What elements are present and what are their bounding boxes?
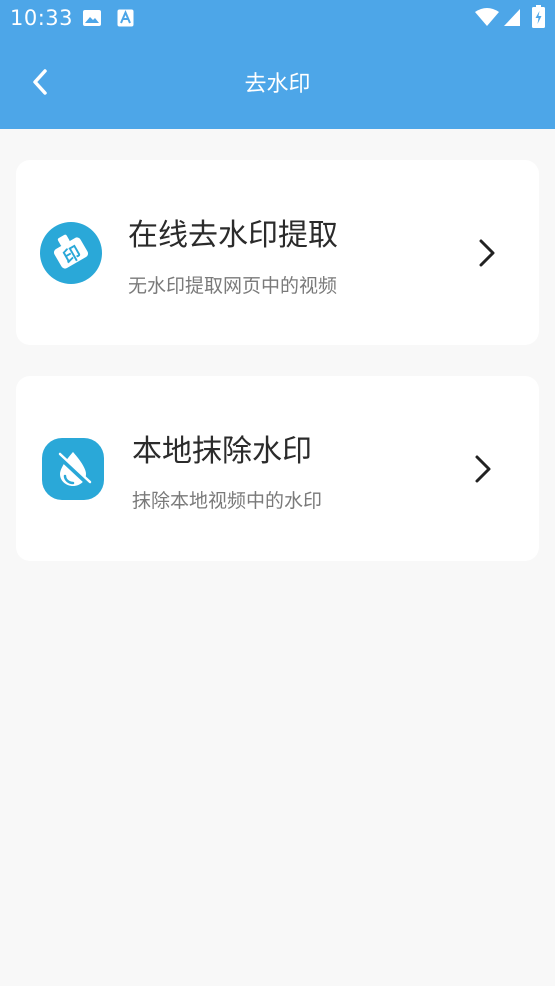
online-watermark-extract-card[interactable]: 印 在线去水印提取 无水印提取网页中的视频	[16, 160, 539, 345]
status-bar: 10:33	[0, 0, 555, 38]
battery-icon	[532, 5, 545, 28]
page-title: 去水印	[244, 72, 311, 97]
status-time: 10:33	[10, 6, 74, 30]
erase-drop-icon	[42, 438, 104, 500]
card-subtitle: 抹除本地视频中的水印	[132, 490, 323, 512]
chevron-right-icon	[479, 239, 495, 267]
chevron-right-icon	[475, 455, 491, 483]
app-header: 10:33 去水印	[0, 0, 555, 129]
card-title: 本地抹除水印	[132, 434, 312, 469]
card-title: 在线去水印提取	[128, 218, 338, 253]
local-watermark-erase-card[interactable]: 本地抹除水印 抹除本地视频中的水印	[16, 376, 539, 561]
wifi-icon	[475, 8, 499, 26]
card-subtitle: 无水印提取网页中的视频	[128, 275, 338, 297]
nav-bar: 去水印	[0, 38, 555, 129]
signal-icon	[504, 9, 520, 26]
text-a-icon	[117, 9, 134, 27]
image-icon	[83, 10, 101, 26]
stamp-icon: 印	[40, 222, 102, 284]
